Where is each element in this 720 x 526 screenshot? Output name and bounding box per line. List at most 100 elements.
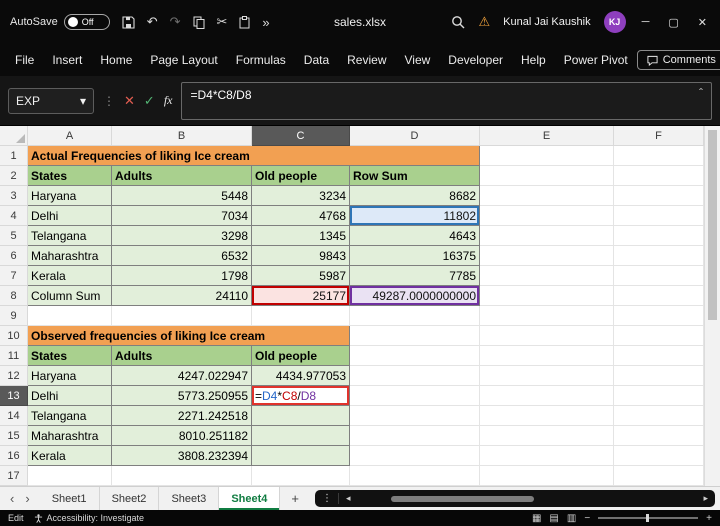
cell-B11[interactable]: Adults xyxy=(112,346,252,366)
cell-D15[interactable] xyxy=(350,426,480,446)
cell-D7[interactable]: 7785 xyxy=(350,266,480,286)
cell-C9[interactable] xyxy=(252,306,350,326)
search-button[interactable] xyxy=(451,15,465,29)
minimize-button[interactable]: ─ xyxy=(639,16,653,28)
clipboard-button[interactable] xyxy=(239,15,250,29)
row-header-10[interactable]: 10 xyxy=(0,326,28,346)
close-button[interactable]: ✕ xyxy=(695,16,710,29)
cell-F16[interactable] xyxy=(614,446,704,466)
row-header-5[interactable]: 5 xyxy=(0,226,28,246)
redo-button[interactable]: ↷ xyxy=(170,14,181,30)
cell-F6[interactable] xyxy=(614,246,704,266)
cell-B8[interactable]: 24110 xyxy=(112,286,252,306)
cell-E14[interactable] xyxy=(480,406,614,426)
avatar[interactable]: KJ xyxy=(603,11,626,33)
cell-A3[interactable]: Haryana xyxy=(28,186,112,206)
cell-A15[interactable]: Maharashtra xyxy=(28,426,112,446)
row-header-13[interactable]: 13 xyxy=(0,386,28,406)
cell-E6[interactable] xyxy=(480,246,614,266)
cell-F2[interactable] xyxy=(614,166,704,186)
vertical-scrollbar[interactable] xyxy=(704,126,720,486)
accessibility-checker[interactable]: Accessibility: Investigate xyxy=(34,513,144,523)
cell-B3[interactable]: 5448 xyxy=(112,186,252,206)
cell-E3[interactable] xyxy=(480,186,614,206)
cell-F5[interactable] xyxy=(614,226,704,246)
cell-A17[interactable] xyxy=(28,466,112,486)
row-header-11[interactable]: 11 xyxy=(0,346,28,366)
autosave-switch[interactable]: Off xyxy=(63,14,110,30)
cell-B14[interactable]: 2271.242518 xyxy=(112,406,252,426)
zoom-slider-thumb[interactable] xyxy=(646,514,650,522)
confirm-entry-button[interactable]: ✓ xyxy=(144,93,155,109)
row-header-14[interactable]: 14 xyxy=(0,406,28,426)
new-sheet-button[interactable]: + xyxy=(280,487,310,510)
scroll-left-button[interactable]: ◂ xyxy=(346,493,351,504)
cell-A5[interactable]: Telangana xyxy=(28,226,112,246)
zoom-in-button[interactable]: + xyxy=(706,513,712,524)
menu-home[interactable]: Home xyxy=(91,47,141,73)
cell-D16[interactable] xyxy=(350,446,480,466)
name-box[interactable]: EXP ▾ xyxy=(8,87,94,114)
cell-B9[interactable] xyxy=(112,306,252,326)
cell-F8[interactable] xyxy=(614,286,704,306)
row-header-4[interactable]: 4 xyxy=(0,206,28,226)
cell-A11[interactable]: States xyxy=(28,346,112,366)
cell-E4[interactable] xyxy=(480,206,614,226)
row-header-7[interactable]: 7 xyxy=(0,266,28,286)
row-header-2[interactable]: 2 xyxy=(0,166,28,186)
cell-C17[interactable] xyxy=(252,466,350,486)
cell-B13[interactable]: 5773.250955 xyxy=(112,386,252,406)
sheet-tab-sheet4[interactable]: Sheet4 xyxy=(219,487,281,510)
cell-F3[interactable] xyxy=(614,186,704,206)
cell-C7[interactable]: 5987 xyxy=(252,266,350,286)
page-break-view-button[interactable]: ▥ xyxy=(567,513,576,524)
next-sheet-button[interactable]: › xyxy=(25,491,29,506)
account-name[interactable]: Kunal Jai Kaushik xyxy=(503,16,590,28)
maximize-button[interactable]: ▢ xyxy=(665,16,681,29)
row-header-12[interactable]: 12 xyxy=(0,366,28,386)
cell-A12[interactable]: Haryana xyxy=(28,366,112,386)
cell-E8[interactable] xyxy=(480,286,614,306)
cell-B16[interactable]: 3808.232394 xyxy=(112,446,252,466)
menu-page-layout[interactable]: Page Layout xyxy=(141,47,226,73)
menu-developer[interactable]: Developer xyxy=(439,47,512,73)
cell-E11[interactable] xyxy=(480,346,614,366)
cell-D5[interactable]: 4643 xyxy=(350,226,480,246)
scroll-right-button[interactable]: ▸ xyxy=(703,493,708,504)
zoom-out-button[interactable]: − xyxy=(584,513,590,524)
cell-D14[interactable] xyxy=(350,406,480,426)
row-header-1[interactable]: 1 xyxy=(0,146,28,166)
cell-A9[interactable] xyxy=(28,306,112,326)
cell-B6[interactable]: 6532 xyxy=(112,246,252,266)
menu-data[interactable]: Data xyxy=(295,47,338,73)
cell-F15[interactable] xyxy=(614,426,704,446)
sheet-tab-sheet3[interactable]: Sheet3 xyxy=(159,487,220,510)
cell-D12[interactable] xyxy=(350,366,480,386)
cell-F9[interactable] xyxy=(614,306,704,326)
cell-F17[interactable] xyxy=(614,466,704,486)
menu-file[interactable]: File xyxy=(6,47,43,73)
col-header-A[interactable]: A xyxy=(28,126,112,146)
menu-help[interactable]: Help xyxy=(512,47,555,73)
menu-view[interactable]: View xyxy=(396,47,440,73)
cell-C15[interactable] xyxy=(252,426,350,446)
cell-D10[interactable] xyxy=(350,326,480,346)
cell-C3[interactable]: 3234 xyxy=(252,186,350,206)
cell-E16[interactable] xyxy=(480,446,614,466)
cell-D4[interactable]: 11802 xyxy=(350,206,480,226)
col-header-E[interactable]: E xyxy=(480,126,614,146)
cell-E12[interactable] xyxy=(480,366,614,386)
cell-F10[interactable] xyxy=(614,326,704,346)
cell-E2[interactable] xyxy=(480,166,614,186)
sheet-tab-sheet1[interactable]: Sheet1 xyxy=(39,487,100,510)
row-header-9[interactable]: 9 xyxy=(0,306,28,326)
cell-D13[interactable] xyxy=(350,386,480,406)
cell-D8[interactable]: 49287.0000000000 xyxy=(350,286,480,306)
row-header-3[interactable]: 3 xyxy=(0,186,28,206)
collapse-formula-bar-button[interactable]: ˆ xyxy=(699,86,703,100)
row-header-8[interactable]: 8 xyxy=(0,286,28,306)
cell-E7[interactable] xyxy=(480,266,614,286)
cell-E15[interactable] xyxy=(480,426,614,446)
cell-C6[interactable]: 9843 xyxy=(252,246,350,266)
cell-C5[interactable]: 1345 xyxy=(252,226,350,246)
